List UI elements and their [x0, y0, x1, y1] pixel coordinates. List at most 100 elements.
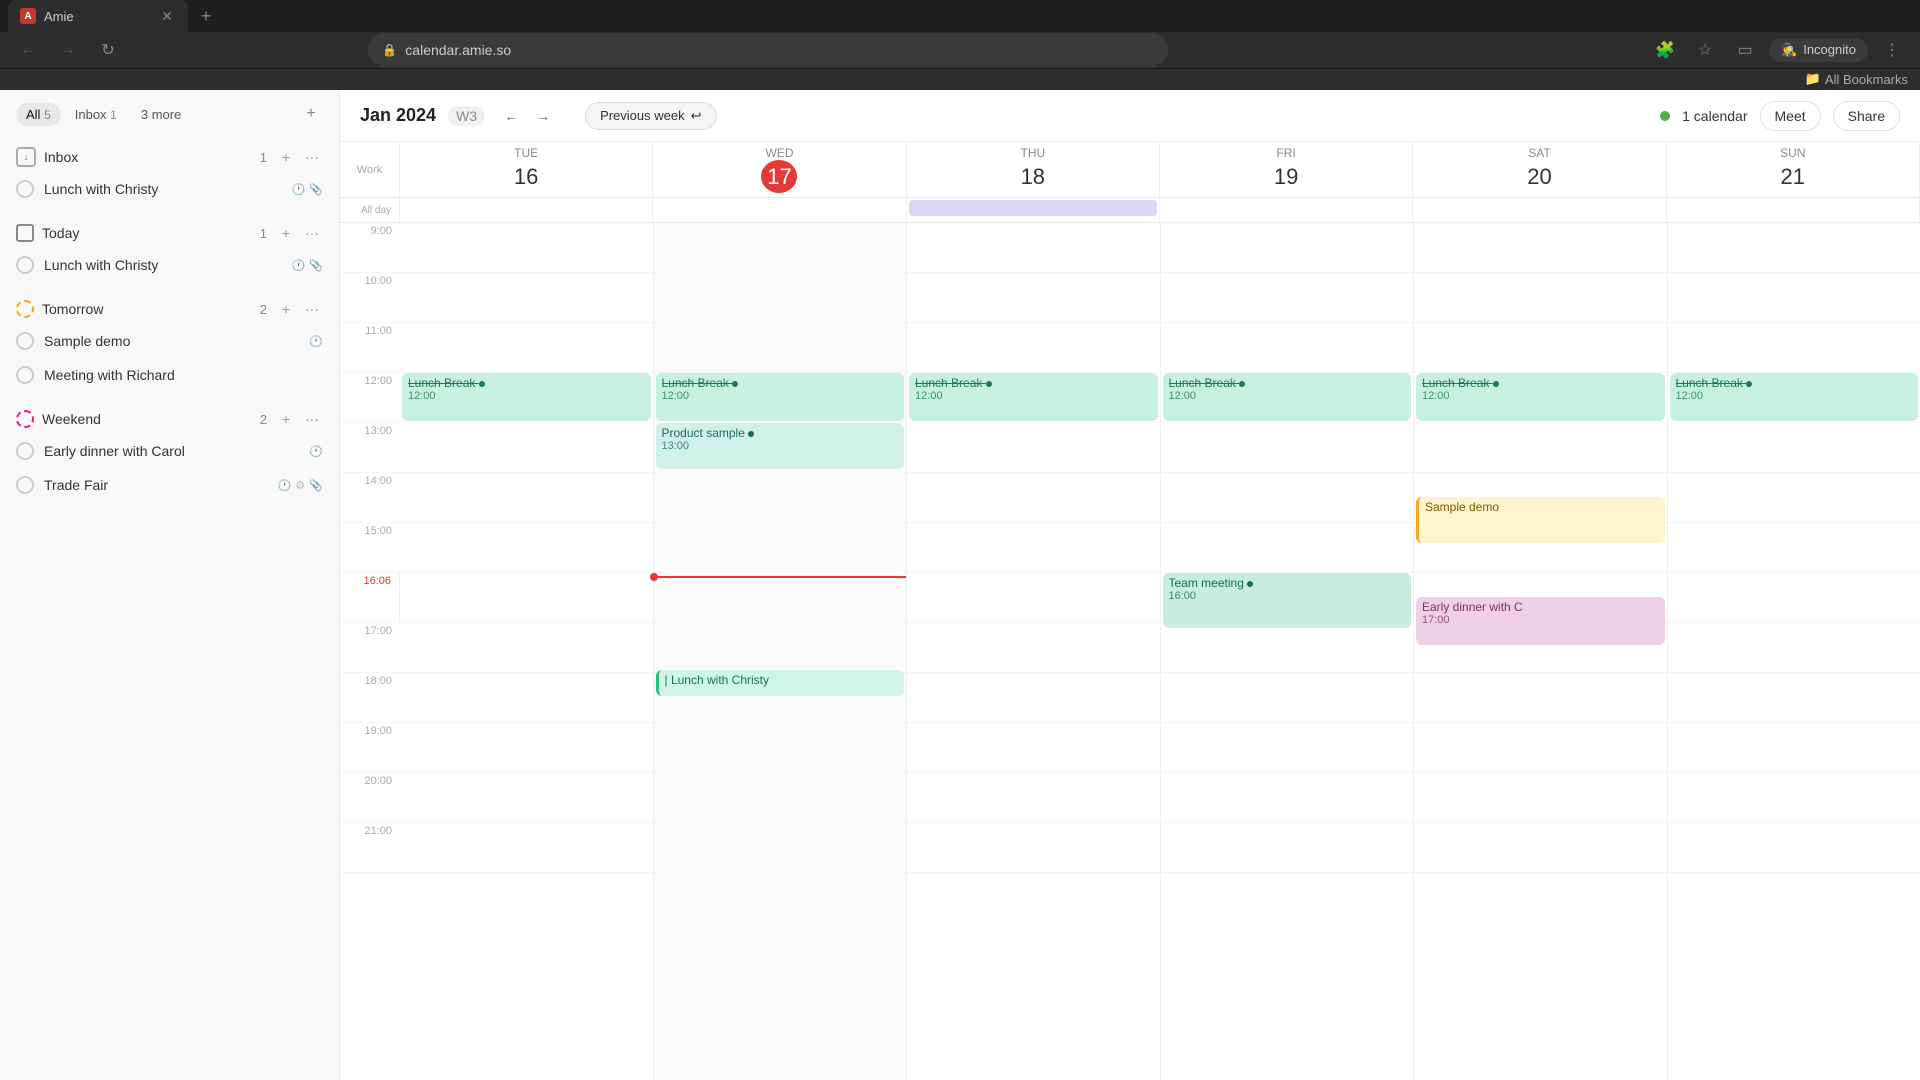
browser-toolbar: ← → ↻ 🔒 calendar.amie.so 🧩 ☆ ▭ 🕵 Incogni…	[0, 32, 1920, 68]
event-product-sample[interactable]: Product sample 13:00	[656, 423, 905, 469]
inbox-add-button[interactable]: +	[275, 146, 297, 168]
item-checkbox[interactable]	[16, 256, 34, 274]
item-title: Lunch with Christy	[44, 181, 282, 197]
time-15: 15:00	[340, 523, 400, 573]
event-lunch-break-wed[interactable]: Lunch Break 12:00	[656, 373, 905, 421]
weekend-add-button[interactable]: +	[275, 408, 297, 430]
next-week-button[interactable]: →	[529, 102, 557, 130]
back-button[interactable]: ←	[12, 34, 44, 66]
allday-cell-tue	[400, 198, 653, 222]
refresh-button[interactable]: ↻	[92, 34, 124, 66]
item-checkbox[interactable]	[16, 366, 34, 384]
today-count: 1	[260, 226, 267, 241]
tab-close-button[interactable]: ✕	[158, 7, 176, 25]
bookmarks-item[interactable]: 📁 All Bookmarks	[1805, 71, 1908, 87]
new-tab-button[interactable]: +	[192, 2, 220, 30]
tomorrow-add-button[interactable]: +	[275, 298, 297, 320]
item-checkbox[interactable]	[16, 332, 34, 350]
time-header: Work	[340, 142, 400, 197]
today-add-button[interactable]: +	[275, 222, 297, 244]
tomorrow-more-button[interactable]: ···	[301, 298, 323, 320]
address-bar[interactable]: 🔒 calendar.amie.so	[368, 33, 1168, 67]
toolbar-right: 🧩 ☆ ▭ 🕵 Incognito ⋮	[1649, 34, 1908, 66]
event-sample-demo[interactable]: Sample demo	[1416, 497, 1665, 543]
sidebar-tabs: All 5 Inbox 1 3 more +	[0, 90, 339, 134]
time-21: 21:00	[340, 823, 400, 873]
list-item[interactable]: Meeting with Richard	[0, 358, 339, 392]
weekend-title: Weekend	[42, 411, 252, 427]
extensions-icon[interactable]: 🧩	[1649, 34, 1681, 66]
browser-tabs: A Amie ✕ +	[0, 0, 1920, 32]
clock-icon: 🕐	[292, 259, 306, 272]
event-title: Sample demo	[1425, 500, 1659, 514]
event-time: 12:00	[662, 390, 899, 402]
tomorrow-actions: + ···	[275, 298, 323, 320]
time-17: 17:00	[340, 623, 400, 673]
item-title: Trade Fair	[44, 477, 268, 493]
active-tab[interactable]: A Amie ✕	[8, 0, 188, 32]
item-icons: 🕐 📎	[292, 183, 323, 196]
prev-week-button[interactable]: ←	[497, 102, 525, 130]
tab-all[interactable]: All 5	[16, 103, 61, 126]
time-12: 12:00	[340, 373, 400, 423]
today-more-button[interactable]: ···	[301, 222, 323, 244]
url-text: calendar.amie.so	[405, 42, 511, 58]
tab-inbox[interactable]: Inbox 1	[65, 103, 127, 126]
incognito-button[interactable]: 🕵 Incognito	[1769, 38, 1868, 62]
time-13: 13:00	[340, 423, 400, 473]
item-title: Meeting with Richard	[44, 367, 323, 383]
event-early-dinner[interactable]: Early dinner with C 17:00	[1416, 597, 1665, 645]
attach-icon: 📎	[309, 183, 323, 196]
allday-cell-thu	[907, 198, 1160, 222]
item-icons: 🕐	[309, 335, 323, 348]
event-time: 12:00	[915, 390, 1152, 402]
previous-week-btn[interactable]: Previous week ↩	[585, 102, 716, 130]
menu-icon[interactable]: ⋮	[1876, 34, 1908, 66]
attach-icon: 📎	[309, 479, 323, 492]
item-checkbox[interactable]	[16, 180, 34, 198]
inbox-section: ↓ Inbox 1 + ··· Lunch with Christy 🕐 📎	[0, 134, 339, 210]
allday-cell-wed	[653, 198, 906, 222]
week-label: W3	[448, 106, 485, 126]
day-column-thu: Lunch Break 12:00	[907, 223, 1161, 1080]
item-checkbox[interactable]	[16, 442, 34, 460]
inbox-icon: ↓	[16, 147, 36, 167]
allday-time: All day	[340, 198, 400, 222]
month-year-label: Jan 2024	[360, 105, 436, 126]
list-item[interactable]: Trade Fair 🕐 ⚙ 📎	[0, 468, 339, 502]
sidebar-icon[interactable]: ▭	[1729, 34, 1761, 66]
inbox-more-button[interactable]: ···	[301, 146, 323, 168]
weekend-icon	[16, 410, 34, 428]
event-title: Lunch Break	[1676, 376, 1913, 390]
event-time: 12:00	[408, 390, 645, 402]
list-item[interactable]: Early dinner with Carol 🕐	[0, 434, 339, 468]
allday-event-thu[interactable]	[909, 200, 1157, 216]
list-item[interactable]: Lunch with Christy 🕐 📎	[0, 248, 339, 282]
tab-more[interactable]: 3 more	[131, 103, 191, 126]
forward-button[interactable]: →	[52, 34, 84, 66]
event-lunch-break-sat[interactable]: Lunch Break 12:00	[1416, 373, 1665, 421]
tomorrow-count: 2	[260, 302, 267, 317]
add-item-button[interactable]: +	[299, 102, 323, 126]
event-title: Lunch Break	[662, 376, 899, 390]
event-lunch-break-thu[interactable]: Lunch Break 12:00	[909, 373, 1158, 421]
day-header-sun: Sun 21	[1667, 142, 1920, 197]
event-lunch-break-sun[interactable]: Lunch Break 12:00	[1670, 373, 1919, 421]
event-lunch-christy-wed[interactable]: | Lunch with Christy	[656, 670, 905, 696]
allday-row: All day	[340, 198, 1920, 223]
gear-icon: ⚙	[295, 479, 305, 492]
list-item[interactable]: Sample demo 🕐	[0, 324, 339, 358]
share-button[interactable]: Share	[1833, 101, 1900, 131]
bookmark-icon[interactable]: ☆	[1689, 34, 1721, 66]
list-item[interactable]: Lunch with Christy 🕐 📎	[0, 172, 339, 206]
event-lunch-break-tue[interactable]: Lunch Break 12:00	[402, 373, 651, 421]
event-lunch-break-fri[interactable]: Lunch Break 12:00	[1163, 373, 1412, 421]
event-team-meeting[interactable]: Team meeting 16:00	[1163, 573, 1412, 628]
day-header-thu: Thu 18	[907, 142, 1160, 197]
meet-button[interactable]: Meet	[1760, 101, 1821, 131]
event-time: 17:00	[1422, 614, 1659, 626]
item-checkbox[interactable]	[16, 476, 34, 494]
inbox-section-header: ↓ Inbox 1 + ···	[0, 138, 339, 172]
weekend-more-button[interactable]: ···	[301, 408, 323, 430]
allday-cell-sun	[1667, 198, 1920, 222]
